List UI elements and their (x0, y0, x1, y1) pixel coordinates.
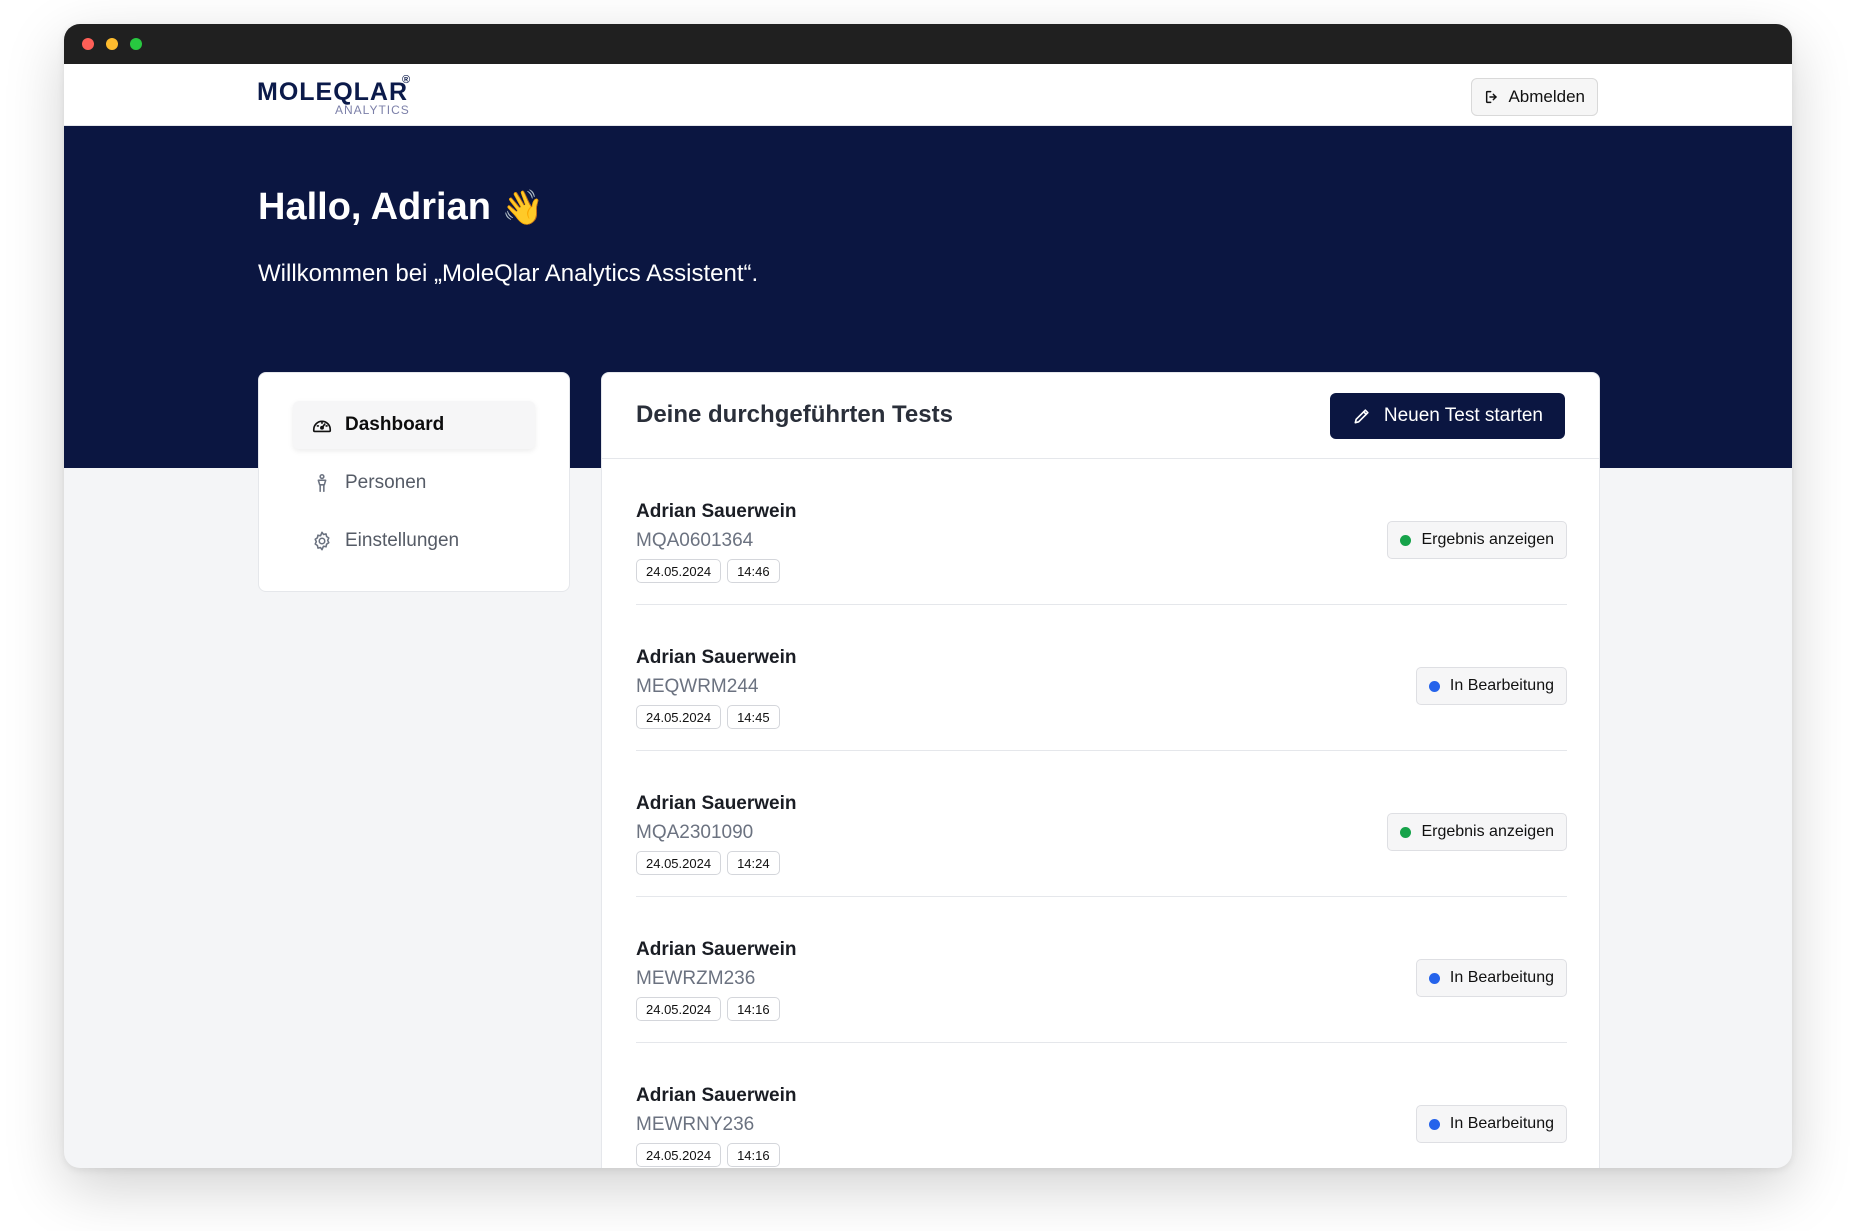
table-row[interactable]: Adrian Sauerwein MEQWRM244 24.05.2024 14… (636, 605, 1567, 751)
test-code: MEQWRM244 (636, 676, 759, 697)
maximize-window-button[interactable] (130, 38, 142, 50)
new-test-button[interactable]: Neuen Test starten (1329, 393, 1565, 439)
pencil-icon (1354, 409, 1369, 424)
welcome-text: Willkommen bei „MoleQlar Analytics Assis… (258, 260, 759, 287)
status-label: In Bearbeitung (1449, 1115, 1554, 1132)
status-dot-icon (1428, 680, 1440, 692)
logout-icon (1486, 90, 1498, 104)
date-chip: 24.05.2024 (636, 997, 722, 1021)
sidebar-item-dashboard[interactable]: Dashboard (293, 401, 535, 449)
status-dot-icon (1400, 534, 1412, 546)
tests-list: Adrian Sauerwein MQA0601364 24.05.2024 1… (636, 459, 1567, 1168)
test-code: MEWRNY236 (636, 1114, 755, 1135)
greeting-text: Hallo, Adrian (258, 186, 491, 228)
time-chip: 14:16 (727, 1143, 780, 1167)
test-person-name: Adrian Sauerwein (636, 939, 797, 960)
window-titlebar (64, 24, 1792, 64)
test-person-name: Adrian Sauerwein (636, 1085, 797, 1106)
waving-hand-icon: 👋 (501, 188, 544, 228)
test-code: MQA0601364 (636, 530, 754, 551)
logout-button[interactable]: Abmelden (1471, 78, 1598, 116)
show-result-button[interactable]: Ergebnis anzeigen (1387, 813, 1567, 851)
table-row[interactable]: Adrian Sauerwein MEWRNY236 24.05.2024 14… (636, 1043, 1567, 1168)
logo-registered-mark: ® (402, 74, 411, 86)
sidebar-item-label: Einstellungen (345, 530, 460, 551)
test-meta: 24.05.2024 14:45 (636, 705, 780, 729)
date-chip: 24.05.2024 (636, 1143, 722, 1167)
logout-label: Abmelden (1508, 87, 1585, 106)
time-chip: 14:16 (727, 997, 780, 1021)
test-person-name: Adrian Sauerwein (636, 793, 797, 814)
test-code: MEWRZM236 (636, 968, 756, 989)
status-badge[interactable]: In Bearbeitung (1415, 1105, 1567, 1143)
logo-subtitle: ANALYTICS (335, 103, 410, 117)
status-dot-icon (1428, 1118, 1440, 1130)
status-label: In Bearbeitung (1449, 969, 1554, 986)
table-row[interactable]: Adrian Sauerwein MQA2301090 24.05.2024 1… (636, 751, 1567, 897)
test-person-name: Adrian Sauerwein (636, 501, 797, 522)
status-badge[interactable]: In Bearbeitung (1415, 959, 1567, 997)
table-row[interactable]: Adrian Sauerwein MQA0601364 24.05.2024 1… (636, 459, 1567, 605)
new-test-label: Neuen Test starten (1383, 405, 1543, 426)
test-code: MQA2301090 (636, 822, 754, 843)
gear-icon (314, 531, 330, 551)
sidebar: Dashboard Personen Einstellungen (258, 372, 570, 592)
status-label: Ergebnis anzeigen (1421, 823, 1554, 840)
sidebar-item-label: Dashboard (345, 414, 445, 435)
person-icon (317, 473, 327, 493)
test-meta: 24.05.2024 14:16 (636, 997, 780, 1021)
status-dot-icon (1428, 972, 1440, 984)
time-chip: 14:45 (727, 705, 780, 729)
status-label: In Bearbeitung (1449, 677, 1554, 694)
tests-panel-header: Deine durchgeführten Tests Neuen Test st… (602, 373, 1599, 459)
brand-logo[interactable]: MOLEQLAR ® ANALYTICS (257, 74, 417, 118)
dashboard-gauge-icon (312, 420, 332, 433)
status-label: Ergebnis anzeigen (1421, 531, 1554, 548)
status-dot-icon (1400, 826, 1412, 838)
time-chip: 14:46 (727, 559, 780, 583)
table-row[interactable]: Adrian Sauerwein MEWRZM236 24.05.2024 14… (636, 897, 1567, 1043)
close-window-button[interactable] (82, 38, 94, 50)
page-title: Deine durchgeführten Tests (636, 401, 953, 428)
test-person-name: Adrian Sauerwein (636, 647, 797, 668)
test-meta: 24.05.2024 14:16 (636, 1143, 780, 1167)
greeting-heading: Hallo, Adrian 👋 (258, 186, 544, 229)
sidebar-item-einstellungen[interactable]: Einstellungen (293, 517, 535, 565)
sidebar-item-personen[interactable]: Personen (293, 459, 535, 507)
test-meta: 24.05.2024 14:24 (636, 851, 780, 875)
sidebar-item-label: Personen (345, 472, 427, 493)
minimize-window-button[interactable] (106, 38, 118, 50)
status-badge[interactable]: In Bearbeitung (1415, 667, 1567, 705)
browser-window: MOLEQLAR ® ANALYTICS Abmelden Hallo, Adr… (64, 24, 1792, 1168)
tests-panel: Deine durchgeführten Tests Neuen Test st… (601, 372, 1600, 1168)
date-chip: 24.05.2024 (636, 559, 722, 583)
date-chip: 24.05.2024 (636, 851, 722, 875)
time-chip: 14:24 (727, 851, 780, 875)
date-chip: 24.05.2024 (636, 705, 722, 729)
show-result-button[interactable]: Ergebnis anzeigen (1387, 521, 1567, 559)
test-meta: 24.05.2024 14:46 (636, 559, 780, 583)
top-navigation: MOLEQLAR ® ANALYTICS Abmelden (64, 64, 1792, 126)
